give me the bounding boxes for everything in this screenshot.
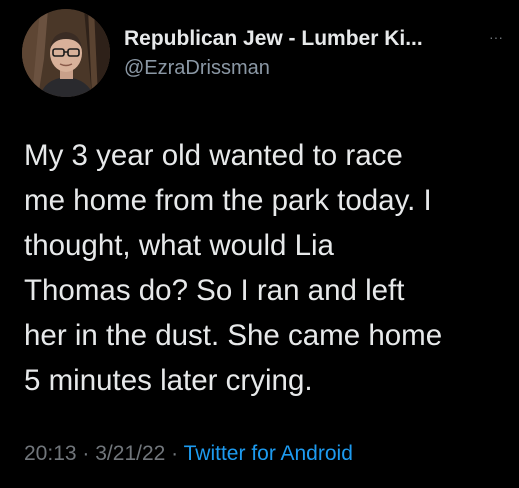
meta-separator: · (171, 442, 179, 465)
tweet-time[interactable]: 20:13 (24, 442, 77, 465)
tweet-source-link[interactable]: Twitter for Android (184, 442, 353, 465)
avatar-photo-icon (22, 9, 110, 97)
tweet-card: Republican Jew - Lumber Ki... @EzraDriss… (0, 0, 519, 488)
tweet-text-line: 5 minutes later crying. (24, 364, 313, 397)
avatar[interactable] (22, 9, 110, 97)
user-handle[interactable]: @EzraDrissman (124, 57, 270, 80)
tweet-text-line: me home from the park today. I (24, 184, 432, 217)
tweet-text-line: her in the dust. She came home (24, 319, 443, 352)
meta-separator: · (82, 442, 90, 465)
more-options-icon[interactable]: ··· (483, 27, 509, 47)
tweet-text-line: My 3 year old wanted to race (24, 139, 403, 172)
tweet-date[interactable]: 3/21/22 (95, 442, 165, 465)
tweet-text: My 3 year old wanted to race me home fro… (24, 133, 514, 403)
tweet-text-line: thought, what would Lia (24, 229, 334, 262)
tweet-metadata: 20:13 · 3/21/22 · Twitter for Android (24, 442, 353, 466)
display-name[interactable]: Republican Jew - Lumber Ki... (124, 27, 464, 51)
tweet-text-line: Thomas do? So I ran and left (24, 274, 405, 307)
